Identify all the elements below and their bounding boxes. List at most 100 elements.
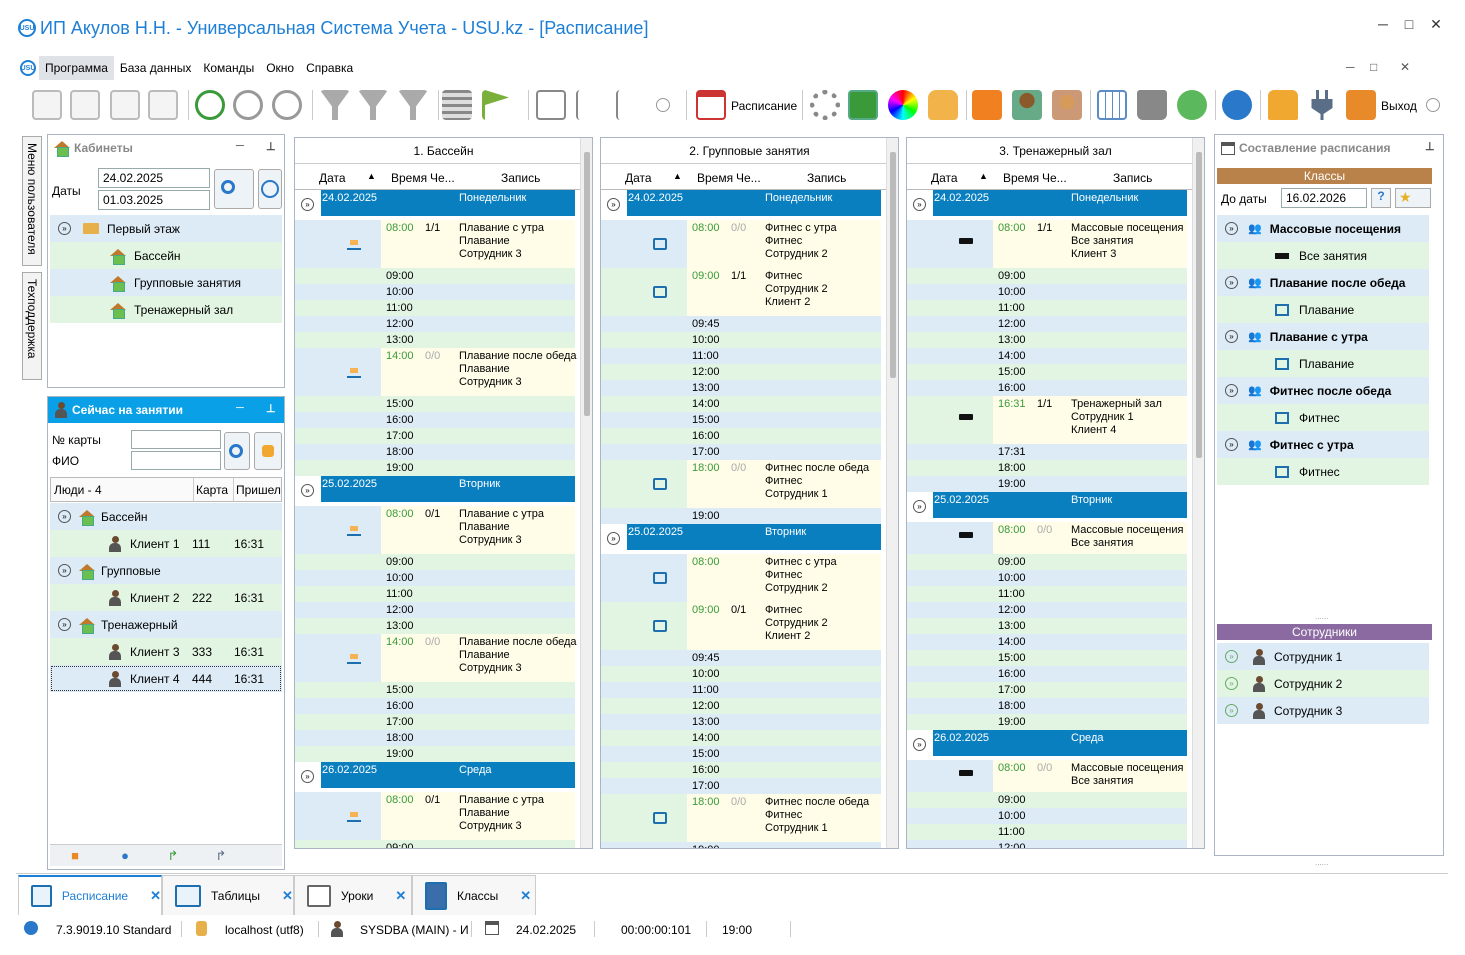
lesson-row[interactable]: 14:00 0/0 Плавание после обеда Плавание Со… <box>295 634 577 682</box>
exit-icon[interactable]: ■ <box>66 848 84 864</box>
mdi-restore-icon[interactable]: □ <box>1370 60 1377 74</box>
col-time[interactable]: Время <box>697 171 733 185</box>
lock-button[interactable] <box>254 432 282 470</box>
day-row[interactable]: » 24.02.2025 Понедельник <box>601 190 881 220</box>
time-slot-row[interactable]: 09:00 <box>907 554 1187 570</box>
col-count[interactable]: Че... <box>430 171 455 185</box>
time-slot-row[interactable]: 12:00 <box>601 698 881 714</box>
scroll-thumb[interactable] <box>584 152 590 416</box>
redo-icon[interactable]: ↱ <box>164 848 182 864</box>
collapse-icon[interactable]: » <box>913 738 926 751</box>
lesson-row[interactable]: 08:00 0/0 Массовые посещения Все занятия <box>907 760 1187 792</box>
time-slot-row[interactable]: 13:00 <box>907 618 1187 634</box>
time-slot-row[interactable]: 10:00 <box>601 666 881 682</box>
until-date-input[interactable]: 16.02.2026 <box>1281 188 1367 208</box>
lesson-row[interactable]: 18:00 0/0 Фитнес после обеда Фитнес Сотруд… <box>601 794 881 842</box>
time-slot-row[interactable]: 11:00 <box>295 586 575 602</box>
lesson-row[interactable]: 08:00 0/1 Плавание с утра Плавание Сотрудн… <box>295 792 575 840</box>
sort-asc-icon[interactable]: ▲ <box>673 171 682 181</box>
search-icon[interactable] <box>233 90 263 120</box>
doc-tab-lessons[interactable]: Уроки ✕ <box>294 875 412 915</box>
panel-minimize-icon[interactable]: ─ <box>236 402 244 414</box>
clock-button[interactable] <box>258 169 282 209</box>
time-slot-row[interactable]: 18:00 <box>295 444 575 460</box>
time-slot-row[interactable]: 15:00 <box>907 650 1187 666</box>
edit-icon[interactable] <box>110 90 140 120</box>
collapse-icon[interactable]: » <box>58 222 71 235</box>
scroll-thumb[interactable] <box>1196 152 1202 458</box>
expand-icon[interactable]: » <box>1225 677 1238 690</box>
user-menu-tab[interactable]: Меню пользователя <box>22 136 42 266</box>
minimize-icon[interactable]: ─ <box>1371 16 1395 32</box>
time-slot-row[interactable]: 14:00 <box>601 396 881 412</box>
hand-icon[interactable] <box>928 90 958 120</box>
col-people[interactable]: Люди - 4 <box>54 483 102 497</box>
time-slot-row[interactable]: 13:00 <box>601 714 881 730</box>
user-settings-icon[interactable] <box>1012 90 1042 120</box>
splitter-grip[interactable]: ...... <box>1315 858 1328 867</box>
time-slot-row[interactable]: 10:00 <box>295 284 575 300</box>
close-icon[interactable]: ✕ <box>1424 16 1448 33</box>
time-slot-row[interactable]: 11:00 <box>601 682 881 698</box>
lock-icon[interactable] <box>1268 90 1298 120</box>
time-slot-row[interactable]: 09:00 <box>295 268 575 284</box>
time-slot-row[interactable]: 15:00 <box>295 396 575 412</box>
pin-icon[interactable]: ⊥ <box>266 402 276 415</box>
day-row[interactable]: » 26.02.2025 Среда <box>295 762 575 792</box>
time-slot-row[interactable]: 09:00 <box>295 840 575 848</box>
close-tab-icon[interactable]: ✕ <box>395 888 406 904</box>
time-slot-row[interactable]: 15:00 <box>295 682 575 698</box>
search-dates-button[interactable] <box>214 169 254 209</box>
col-time[interactable]: Время <box>391 171 427 185</box>
day-row[interactable]: » 25.02.2025 Вторник <box>601 524 881 554</box>
people-group-row[interactable]: » Групповые <box>50 557 282 584</box>
class-child-row[interactable]: Плавание <box>1217 350 1429 377</box>
menu-commands[interactable]: Команды <box>197 56 260 80</box>
time-slot-row[interactable]: 10:00 <box>907 808 1187 824</box>
maximize-icon[interactable]: □ <box>1397 16 1421 32</box>
time-slot-row[interactable]: 19:00 <box>295 746 575 762</box>
lesson-row[interactable]: 09:00 1/1 Фитнес Сотрудник 2 Клиент 2 <box>601 268 881 316</box>
refresh-icon[interactable] <box>195 90 225 120</box>
time-slot-row[interactable]: 12:00 <box>907 316 1187 332</box>
client-row[interactable]: Клиент 3 333 16:31 <box>50 638 282 665</box>
class-child-row[interactable]: Фитнес <box>1217 458 1429 485</box>
time-slot-row[interactable]: 12:00 <box>295 316 575 332</box>
class-row[interactable]: » 👥 Плавание с утра <box>1217 323 1429 350</box>
time-slot-row[interactable]: 13:00 <box>295 618 575 634</box>
forward-icon[interactable]: ↱ <box>212 848 230 864</box>
collapse-icon[interactable]: » <box>1225 276 1238 289</box>
map-icon[interactable] <box>848 90 878 120</box>
tree-room[interactable]: Тренажерный зал <box>50 296 282 323</box>
day-row[interactable]: » 24.02.2025 Понедельник <box>907 190 1187 220</box>
time-slot-row[interactable]: 19:00 <box>907 714 1187 730</box>
tree-room[interactable]: Бассейн <box>50 242 282 269</box>
help-icon[interactable]: ? <box>1371 188 1391 208</box>
client-row[interactable]: Клиент 4 444 16:31 <box>50 665 282 692</box>
time-slot-row[interactable]: 12:00 <box>601 364 881 380</box>
time-slot-row[interactable]: 17:31 <box>907 444 1187 460</box>
menu-window[interactable]: Окно <box>260 56 300 80</box>
time-slot-row[interactable]: 15:00 <box>601 746 881 762</box>
menu-help[interactable]: Справка <box>300 56 359 80</box>
date-to-input[interactable]: 01.03.2025 <box>98 190 210 210</box>
expand-icon[interactable]: » <box>1225 650 1238 663</box>
pin-icon[interactable]: ⊥ <box>1425 140 1435 153</box>
time-slot-row[interactable]: 17:00 <box>601 778 881 794</box>
time-slot-row[interactable]: 09:45 <box>601 650 881 666</box>
time-slot-row[interactable]: 14:00 <box>907 634 1187 650</box>
flag-icon[interactable] <box>482 90 509 120</box>
time-slot-row[interactable]: 11:00 <box>601 348 881 364</box>
arrow-down-icon[interactable] <box>1426 98 1440 112</box>
time-slot-row[interactable]: 16:00 <box>907 380 1187 396</box>
time-slot-row[interactable]: 12:00 <box>907 840 1187 848</box>
info-icon[interactable]: ● <box>116 848 134 864</box>
time-slot-row[interactable]: 11:00 <box>295 300 575 316</box>
collapse-icon[interactable]: » <box>58 564 71 577</box>
time-slot-row[interactable]: 16:00 <box>295 412 575 428</box>
lesson-row[interactable]: 14:00 0/0 Плавание после обеда Плавание Со… <box>295 348 577 396</box>
collapse-icon[interactable]: » <box>607 198 620 211</box>
tree-room[interactable]: Групповые занятия <box>50 269 282 296</box>
scroll-thumb[interactable] <box>890 152 896 378</box>
print-icon[interactable] <box>1137 90 1167 120</box>
